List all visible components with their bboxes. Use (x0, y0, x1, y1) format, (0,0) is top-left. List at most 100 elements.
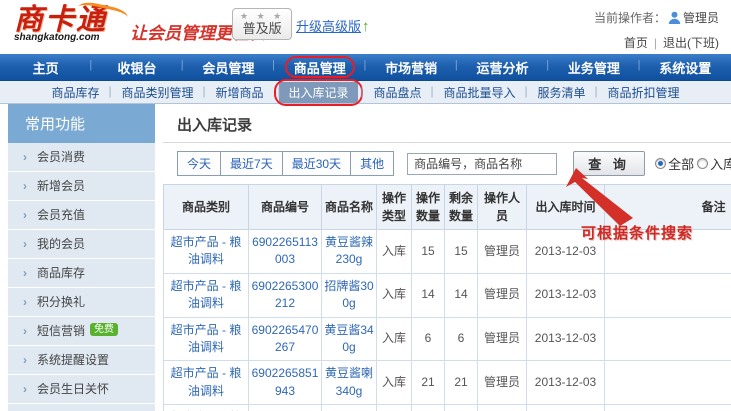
cell-category[interactable]: 超市产品 - 粮油调料 (164, 230, 249, 274)
table-row: 超市产品 - 粮油调料 6902265851943 黄豆酱喇340g 入库 21… (164, 361, 731, 405)
type-radio[interactable]: 全部 (655, 154, 694, 173)
quick-date-filters: 今天最近7天最近30天其他 (177, 151, 394, 176)
cell-category[interactable]: 超市产品 - 粮油调料 (164, 361, 249, 405)
user-bar: 当前操作者：管理员 首页|退出(下班) (594, 9, 719, 51)
nav-item[interactable]: 商品管理 (274, 54, 365, 80)
brand-logo[interactable]: 商卡通 shangkatong.com (14, 5, 107, 43)
cell-category[interactable]: 超市产品 - 粮油调料 (164, 317, 249, 361)
subnav-item[interactable]: 出入库记录 (279, 82, 357, 103)
cell-product-name[interactable]: 黄豆酱辣230g (322, 230, 377, 274)
sidebar-item-label: 会员消费 (37, 150, 85, 164)
cell-remaining-qty: 12 (445, 405, 478, 411)
subnav-item[interactable]: 商品库存 (40, 82, 110, 103)
home-link[interactable]: 首页 (624, 36, 648, 50)
column-header-label: 操作人员 (484, 191, 520, 223)
cell-remark (605, 273, 731, 317)
nav-item-label: 系统设置 (659, 58, 711, 77)
subnav-item-label: 服务清单 (538, 86, 586, 100)
link-divider: | (654, 36, 657, 50)
search-input[interactable] (407, 153, 557, 175)
cell-product-name[interactable]: 鲜味生抽 (322, 405, 377, 411)
cell-operator: 管理员 (478, 361, 527, 405)
cell-operator: 管理员 (478, 317, 527, 361)
cell-product-code[interactable]: 6902265300212 (249, 273, 322, 317)
cell-product-code[interactable]: 6902265170501 (249, 405, 322, 411)
sidebar-item-label: 我的会员 (37, 237, 85, 251)
cell-product-name[interactable]: 黄豆酱喇340g (322, 361, 377, 405)
records-table: 商品类别商品编号商品名称操作类型操作数量剩余数量操作人员出入库时间备注 超市产品… (163, 184, 731, 411)
sidebar-item[interactable]: 会员充值 (8, 201, 155, 230)
nav-item[interactable]: 会员管理 (183, 54, 274, 80)
nav-item-label: 业务管理 (568, 58, 620, 77)
cell-operation-type: 入库 (377, 273, 412, 317)
type-radio[interactable]: 入库 (697, 154, 731, 173)
sidebar-item[interactable]: 积分换礼 (8, 288, 155, 317)
upgrade-label: 升级高级版 (296, 19, 361, 34)
cell-remaining-qty: 15 (445, 230, 478, 274)
subnav-item[interactable]: 商品盘点 (363, 82, 433, 103)
cell-product-code[interactable]: 6902265113003 (249, 230, 322, 274)
column-header-label: 商品类别 (182, 200, 230, 214)
logout-link[interactable]: 退出(下班) (663, 36, 719, 50)
subnav-item-label: 商品类别管理 (121, 86, 193, 100)
cell-category[interactable]: 超市产品 - 粮油调料 (164, 405, 249, 411)
upgrade-link[interactable]: 升级高级版↑ (296, 16, 370, 35)
cell-product-name[interactable]: 招牌酱300g (322, 273, 377, 317)
sidebar-item[interactable]: 新增会员 (8, 172, 155, 201)
sidebar-item[interactable]: 系统提醒设置 (8, 346, 155, 375)
subnav-item[interactable]: 服务清单 (527, 82, 597, 103)
subnav-item[interactable]: 商品批量导入 (433, 82, 527, 103)
quick-filter-button[interactable]: 最近7天 (221, 152, 283, 175)
sidebar-item[interactable]: 会员消费 (8, 143, 155, 172)
nav-item[interactable]: 业务管理 (548, 54, 639, 80)
cell-operation-type: 入库 (377, 230, 412, 274)
search-button[interactable]: 查 询 (573, 151, 645, 176)
cell-product-name[interactable]: 黄豆酱340g (322, 317, 377, 361)
quick-filter-label: 最近30天 (292, 157, 341, 171)
session-links: 首页 | 退出(下班) (594, 34, 719, 51)
sidebar-item[interactable]: 我的会员 (8, 230, 155, 259)
sidebar-item[interactable]: 短信营销免费 (8, 317, 155, 346)
subnav-item-label: 商品盘点 (374, 86, 422, 100)
column-header: 操作人员 (478, 185, 527, 230)
cell-product-code[interactable]: 6902265851943 (249, 361, 322, 405)
nav-item[interactable]: 市场营销 (366, 54, 457, 80)
nav-item-label: 商品管理 (294, 58, 346, 77)
quick-filter-label: 今天 (187, 157, 211, 171)
quick-filter-button[interactable]: 最近30天 (283, 152, 351, 175)
cell-operator: 管理员 (478, 405, 527, 411)
top-header: 商卡通 shangkatong.com 让会员管理更轻松 ★ ★ ★ 普及版 升… (0, 0, 731, 54)
sidebar-item[interactable]: 会员生日关怀 (8, 375, 155, 404)
nav-item-label: 运营分析 (477, 58, 529, 77)
subnav-item-label: 商品库存 (51, 86, 99, 100)
column-header: 商品类别 (164, 185, 249, 230)
cell-product-code[interactable]: 6902265470267 (249, 317, 322, 361)
sidebar-item[interactable]: 商品库存 (8, 259, 155, 288)
column-header: 剩余数量 (445, 185, 478, 230)
column-header-label: 操作数量 (416, 191, 440, 223)
subnav-item[interactable]: 商品折扣管理 (597, 82, 691, 103)
sidebar-item-label: 会员生日关怀 (37, 382, 109, 396)
nav-item[interactable]: 运营分析 (457, 54, 548, 80)
column-header: 操作类型 (377, 185, 412, 230)
column-header-label: 操作类型 (382, 191, 406, 223)
column-header: 商品名称 (322, 185, 377, 230)
sidebar-item-label: 系统提醒设置 (37, 353, 109, 367)
nav-item[interactable]: 收银台 (91, 54, 182, 80)
cell-datetime: 2013-12-03 (527, 317, 605, 361)
nav-item[interactable]: 主页 (0, 54, 91, 80)
column-header-label: 剩余数量 (449, 191, 473, 223)
column-header: 商品编号 (249, 185, 322, 230)
edition-label: 普及版 (240, 21, 284, 36)
cell-category[interactable]: 超市产品 - 粮油调料 (164, 273, 249, 317)
cell-remark (605, 317, 731, 361)
nav-item[interactable]: 系统设置 (640, 54, 731, 80)
quick-filter-button[interactable]: 今天 (178, 152, 221, 175)
subnav-item[interactable]: 新增商品 (204, 82, 274, 103)
sidebar-title: 常用功能 (8, 104, 155, 143)
subnav-item-label: 商品折扣管理 (608, 86, 680, 100)
quick-filter-button[interactable]: 其他 (351, 152, 393, 175)
cell-datetime: 2013-12-03 (527, 361, 605, 405)
sub-nav: 商品库存 商品类别管理新增商品出入库记录 商品盘点商品批量导入服务清单 商品折扣管理 (0, 81, 731, 104)
subnav-item[interactable]: 商品类别管理 (110, 82, 204, 103)
